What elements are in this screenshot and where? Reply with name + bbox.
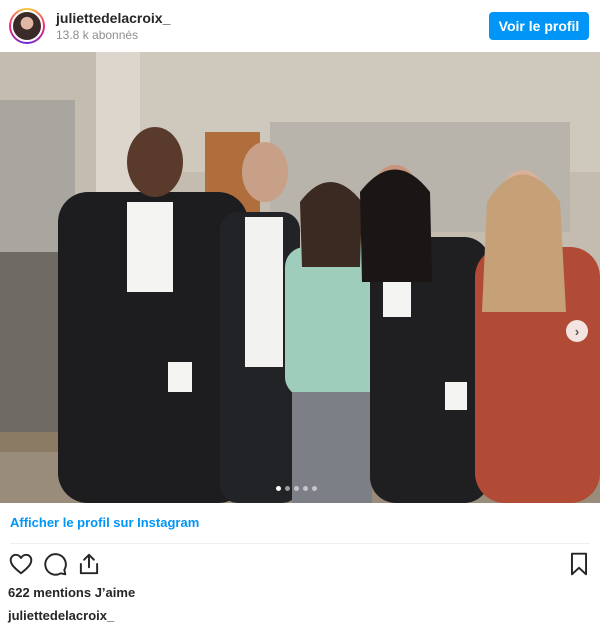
heart-icon[interactable] bbox=[8, 551, 34, 577]
divider bbox=[10, 543, 590, 544]
username[interactable]: juliettedelacroix_ bbox=[56, 10, 170, 26]
bookmark-icon[interactable] bbox=[566, 551, 592, 577]
photo-illustration bbox=[0, 52, 600, 503]
comment-icon[interactable] bbox=[42, 551, 68, 577]
avatar[interactable] bbox=[9, 8, 45, 44]
view-profile-link[interactable]: Afficher le profil sur Instagram bbox=[10, 515, 199, 530]
post-actions bbox=[0, 551, 600, 579]
post-header: juliettedelacroix_ 13.8 k abonnés Voir l… bbox=[0, 0, 600, 52]
carousel-dot bbox=[285, 486, 290, 491]
chevron-right-icon: › bbox=[574, 323, 580, 339]
caption-username[interactable]: juliettedelacroix_ bbox=[8, 608, 114, 623]
follower-count: 13.8 k abonnés bbox=[56, 28, 139, 42]
carousel-dot bbox=[276, 486, 281, 491]
carousel-dot bbox=[312, 486, 317, 491]
share-icon[interactable] bbox=[76, 551, 102, 577]
view-profile-button[interactable]: Voir le profil bbox=[489, 12, 589, 40]
post-photo[interactable]: › bbox=[0, 52, 600, 503]
carousel-dot bbox=[294, 486, 299, 491]
like-count[interactable]: 622 mentions J’aime bbox=[8, 585, 135, 600]
carousel-dots bbox=[276, 486, 317, 491]
carousel-dot bbox=[303, 486, 308, 491]
next-photo-button[interactable]: › bbox=[566, 320, 588, 342]
